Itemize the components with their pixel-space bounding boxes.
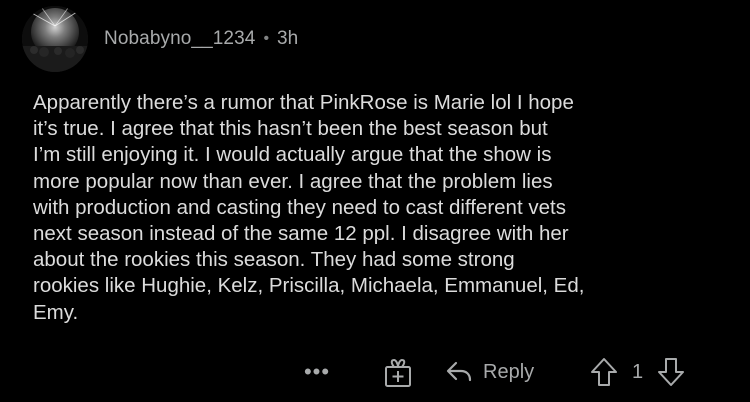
reply-arrow-icon	[446, 361, 472, 382]
comment-header: Nobabyno__1234 • 3h	[22, 6, 298, 72]
reply-label: Reply	[483, 360, 535, 383]
meta-separator: •	[263, 30, 270, 47]
more-dots-icon: •••	[303, 359, 331, 384]
vote-controls: 1	[590, 356, 685, 388]
award-gift-icon	[385, 359, 411, 387]
comment: Nobabyno__1234 • 3h Apparently there’s a…	[0, 0, 750, 402]
comment-actions: ••• Reply 1	[0, 352, 750, 392]
vote-count: 1	[632, 360, 644, 383]
comment-body: Apparently there’s a rumor that PinkRose…	[33, 91, 585, 324]
upvote-arrow-icon[interactable]	[590, 357, 618, 387]
award-button[interactable]	[383, 358, 413, 388]
timestamp: 3h	[277, 28, 299, 49]
comment-meta: Nobabyno__1234 • 3h	[104, 28, 298, 50]
avatar-image	[22, 6, 88, 72]
username[interactable]: Nobabyno__1234	[104, 28, 255, 50]
downvote-arrow-icon[interactable]	[657, 357, 685, 387]
reply-button[interactable]: Reply	[445, 356, 534, 388]
avatar[interactable]	[22, 6, 88, 72]
more-options-button[interactable]: •••	[303, 356, 331, 388]
